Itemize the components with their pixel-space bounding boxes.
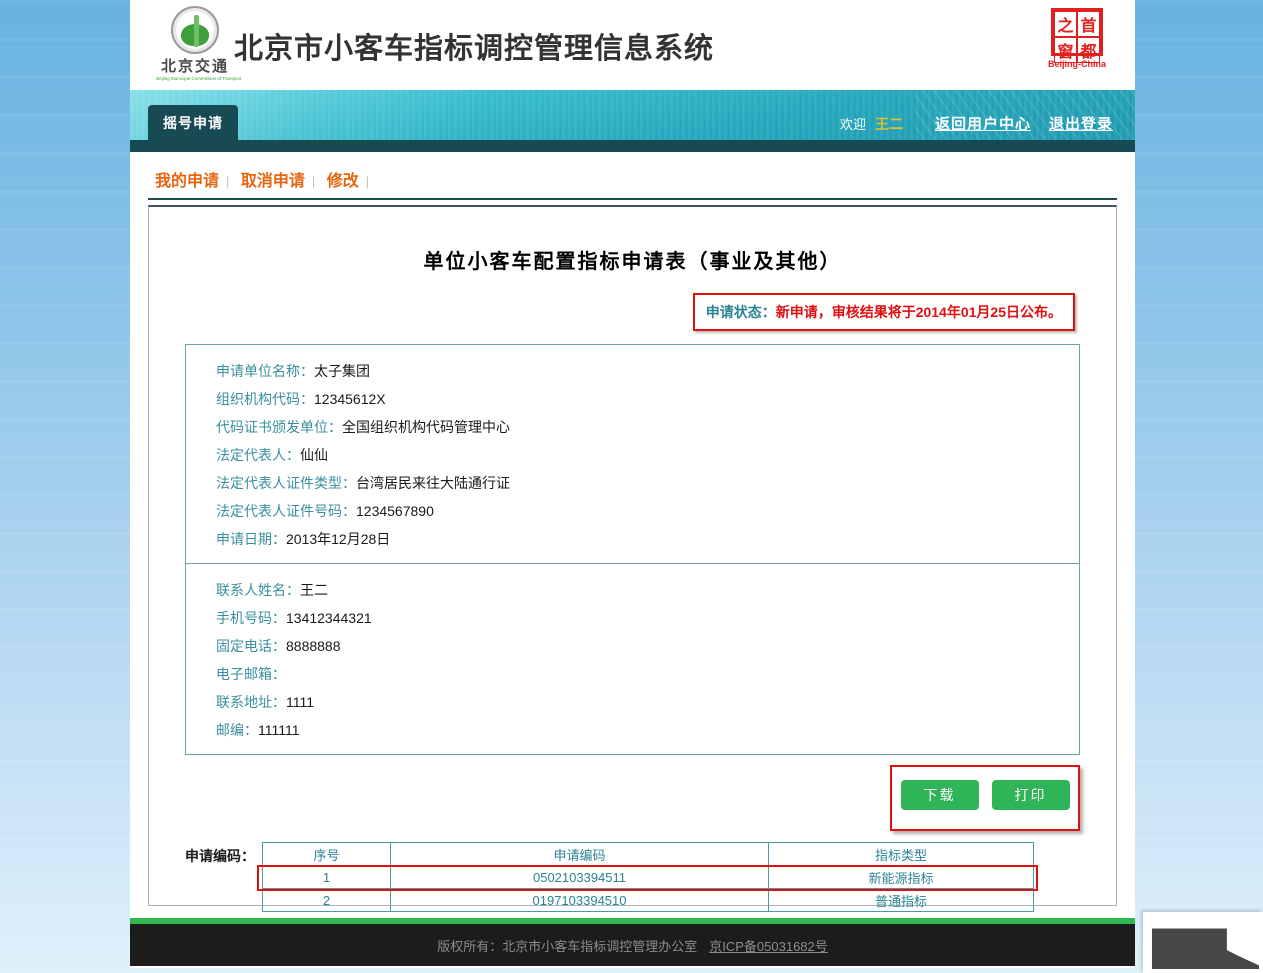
- footer: 版权所有：北京市小客车指标调控管理办公室 京ICP备05031682号: [130, 924, 1135, 966]
- application-codes-table-wrap: 序号 申请编码 指标类型 1 0502103394511 新能源指标 2 019…: [262, 842, 1034, 912]
- logo-text: 北京交通: [152, 55, 238, 76]
- application-codes-table: 序号 申请编码 指标类型 1 0502103394511 新能源指标 2 019…: [262, 842, 1034, 912]
- col-header-code: 申请编码: [391, 843, 769, 866]
- table-row: 1 0502103394511 新能源指标: [263, 866, 1034, 889]
- unit-info-section: 申请单位名称：太子集团 组织机构代码：12345612X 代码证书颁发单位：全国…: [186, 345, 1079, 563]
- contact-info-section: 联系人姓名：王二 手机号码：13412344321 固定电话：8888888 电…: [186, 563, 1079, 754]
- subnav-separator: |: [226, 174, 229, 189]
- subnav-separator: |: [366, 174, 369, 189]
- status-label: 申请状态：: [706, 304, 776, 320]
- field-cert-issuer: 代码证书颁发单位：全国组织机构代码管理中心: [216, 413, 1079, 441]
- subnav-item-my-applications[interactable]: 我的申请: [155, 173, 219, 190]
- username: 王二: [875, 114, 903, 134]
- header: 北京交通 Beijing Municipal Commission of Tra…: [130, 0, 1135, 90]
- application-codes-label: 申请编码：: [185, 842, 262, 912]
- welcome-label: 欢迎: [840, 114, 866, 133]
- icp-license-link[interactable]: 京ICP备05031682号: [709, 936, 828, 955]
- field-contact-name: 联系人姓名：王二: [216, 576, 1079, 604]
- navbar-bottom-strip: [130, 140, 1135, 152]
- logo-subtext: Beijing Municipal Commission of Transpor…: [156, 76, 233, 81]
- subnav-item-modify[interactable]: 修改: [327, 173, 359, 190]
- corner-overlay: [1143, 912, 1263, 973]
- field-zipcode: 邮编：111111: [216, 716, 1079, 744]
- subnav: 我的申请 | 取消申请 | 修改 |: [148, 152, 1117, 200]
- tab-lottery-application[interactable]: 摇号申请: [148, 105, 238, 140]
- application-codes-area: 申请编码： 序号 申请编码 指标类型 1 0502103394511 新能源指标: [185, 842, 1080, 912]
- field-rep-id-type: 法定代表人证件类型：台湾居民来往大陆通行证: [216, 469, 1079, 497]
- subnav-separator: |: [312, 174, 315, 189]
- buttons-highlight-box: 下载 打印: [890, 765, 1080, 831]
- col-header-quota-type: 指标类型: [769, 843, 1034, 866]
- capital-window-seal-icon: 之 首 窗 都: [1051, 8, 1103, 56]
- beijing-transport-logo: 北京交通 Beijing Municipal Commission of Tra…: [152, 6, 238, 82]
- form-title: 单位小客车配置指标申请表（事业及其他）: [185, 245, 1080, 274]
- navbar: 摇号申请 欢迎 王二 返回用户中心 退出登录: [130, 90, 1135, 152]
- seal-char: 之: [1054, 11, 1077, 37]
- table-row: 2 0197103394510 普通指标: [263, 889, 1034, 912]
- corner-overlay-shape: [1152, 924, 1259, 969]
- field-unit-name: 申请单位名称：太子集团: [216, 357, 1079, 385]
- page: 北京交通 Beijing Municipal Commission of Tra…: [130, 0, 1135, 968]
- field-email: 电子邮箱：: [216, 660, 1079, 688]
- page-title: 北京市小客车指标调控管理信息系统: [234, 25, 714, 67]
- field-apply-date: 申请日期：2013年12月28日: [216, 525, 1079, 553]
- beijing-transport-emblem-icon: [171, 6, 219, 54]
- subnav-item-cancel-application[interactable]: 取消申请: [241, 173, 305, 190]
- table-header-row: 序号 申请编码 指标类型: [263, 843, 1034, 866]
- status-message: 新申请，审核结果将于2014年01月25日公布。: [776, 304, 1062, 320]
- field-landline: 固定电话：8888888: [216, 632, 1079, 660]
- field-org-code: 组织机构代码：12345612X: [216, 385, 1079, 413]
- capital-window-logo: 之 首 窗 都 Beijing-China: [1045, 8, 1109, 69]
- seal-char: 首: [1077, 11, 1100, 37]
- main-panel: 单位小客车配置指标申请表（事业及其他） 申请状态：新申请，审核结果将于2014年…: [148, 205, 1117, 906]
- download-button[interactable]: 下载: [901, 780, 979, 810]
- logout-link[interactable]: 退出登录: [1049, 113, 1113, 134]
- field-address: 联系地址：1111: [216, 688, 1079, 716]
- application-form: 申请单位名称：太子集团 组织机构代码：12345612X 代码证书颁发单位：全国…: [185, 344, 1080, 755]
- application-status-box: 申请状态：新申请，审核结果将于2014年01月25日公布。: [693, 293, 1075, 331]
- seal-caption: Beijing-China: [1045, 59, 1109, 69]
- copyright-text: 版权所有：北京市小客车指标调控管理办公室: [437, 936, 697, 955]
- print-button[interactable]: 打印: [992, 780, 1070, 810]
- field-legal-rep: 法定代表人：仙仙: [216, 441, 1079, 469]
- col-header-seq: 序号: [263, 843, 391, 866]
- user-links: 欢迎 王二 返回用户中心 退出登录: [840, 113, 1113, 134]
- field-rep-id-number: 法定代表人证件号码：1234567890: [216, 497, 1079, 525]
- return-user-center-link[interactable]: 返回用户中心: [935, 113, 1031, 134]
- field-mobile: 手机号码：13412344321: [216, 604, 1079, 632]
